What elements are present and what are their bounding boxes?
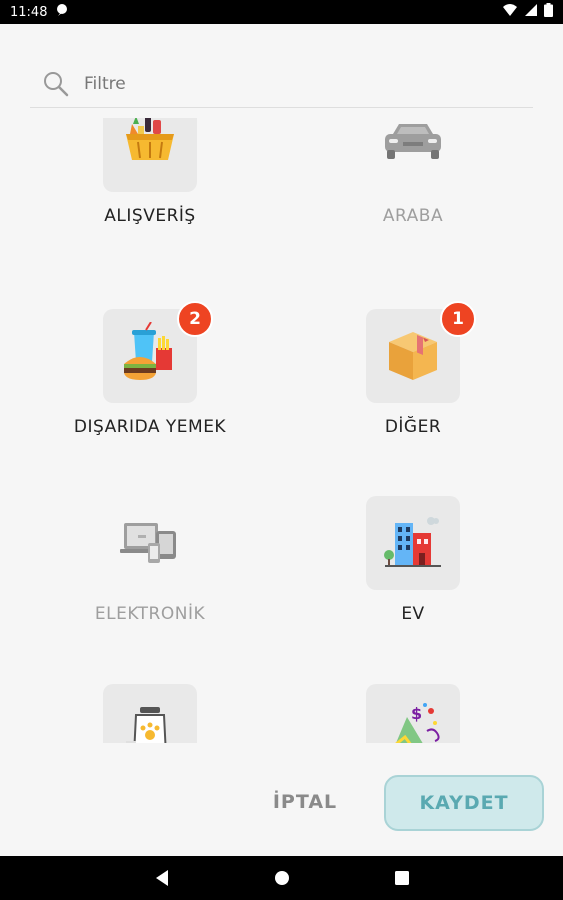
filter-bar: [30, 60, 533, 108]
status-bar: 11:48: [0, 0, 563, 24]
category-tile[interactable]: [103, 118, 197, 192]
category-label: ALIŞVERİŞ: [104, 206, 196, 226]
status-time: 11:48: [10, 4, 48, 20]
navigation-bar: [0, 856, 563, 900]
category-ev[interactable]: EV: [303, 496, 523, 624]
category-tile[interactable]: [366, 496, 460, 590]
category-tile[interactable]: 1: [366, 301, 476, 403]
search-icon[interactable]: [42, 70, 70, 98]
category-disarida-yemek[interactable]: 2 DIŞARIDA YEMEK: [40, 301, 260, 437]
category-tile[interactable]: $: [366, 684, 460, 743]
notification-icon: [55, 3, 69, 21]
svg-text:$: $: [411, 704, 422, 723]
save-button[interactable]: KAYDET: [384, 775, 544, 831]
cancel-button[interactable]: İPTAL: [250, 774, 360, 830]
category-tile[interactable]: [103, 496, 197, 590]
back-icon[interactable]: [148, 864, 176, 892]
fast-food-icon: [118, 321, 182, 390]
category-diger[interactable]: 1 DİĞER: [303, 301, 523, 437]
home-icon[interactable]: [268, 864, 296, 892]
dialog-actions: İPTAL KAYDET: [0, 760, 563, 850]
wifi-icon: [502, 3, 518, 21]
recents-icon[interactable]: [388, 864, 416, 892]
category-badge: 2: [177, 301, 213, 337]
electronics-devices-icon: [118, 513, 182, 573]
category-tile[interactable]: [103, 684, 197, 743]
category-grid: ALIŞVERİŞ ARABA 2 DIŞARIDA YEMEK 1 DİĞER…: [0, 118, 563, 743]
category-party[interactable]: $: [303, 684, 523, 743]
category-badge: 1: [440, 301, 476, 337]
category-pet[interactable]: [40, 684, 260, 743]
category-tile[interactable]: [366, 118, 460, 192]
category-label: DİĞER: [384, 417, 442, 437]
battery-icon: [544, 3, 553, 21]
category-label: EV: [401, 604, 425, 624]
status-icons: [502, 3, 553, 21]
category-label: DIŞARIDA YEMEK: [73, 417, 227, 437]
house-building-icon: [381, 509, 445, 577]
pet-food-jar-icon: [118, 697, 182, 743]
shopping-basket-icon: [118, 118, 182, 178]
category-label: ARABA: [382, 206, 444, 226]
filter-input[interactable]: [84, 73, 464, 94]
category-araba[interactable]: ARABA: [303, 118, 523, 226]
category-elektronik[interactable]: ELEKTRONİK: [40, 496, 260, 624]
package-box-icon: [381, 322, 445, 390]
party-confetti-icon: $: [381, 697, 445, 743]
car-icon: [381, 120, 445, 168]
category-tile[interactable]: 2: [103, 301, 213, 403]
signal-icon: [524, 3, 538, 21]
category-alisveris[interactable]: ALIŞVERİŞ: [40, 118, 260, 226]
category-label: ELEKTRONİK: [94, 604, 206, 624]
